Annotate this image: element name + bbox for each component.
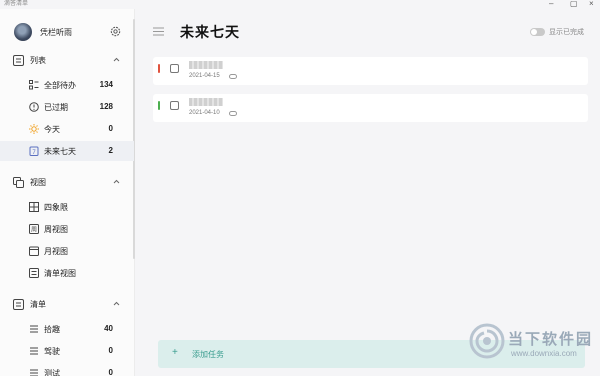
priority-indicator	[158, 64, 160, 73]
checklist-section-icon	[13, 299, 24, 310]
watermark-url: www.downxia.com	[511, 349, 577, 358]
sidebar-item-today[interactable]: 今天 0	[0, 119, 134, 139]
section-checklists-label: 清单	[30, 300, 46, 309]
sidebar-item-month[interactable]: 月视图	[0, 241, 134, 261]
sidebar-item-week[interactable]: 周 周视图	[0, 219, 134, 239]
quadrant-icon	[29, 202, 39, 212]
sidebar-item-count: 0	[108, 368, 113, 376]
task-row[interactable]: 2021-04-10	[153, 94, 588, 122]
username: 凭栏听雨	[40, 28, 72, 37]
window-title: 滴答清单	[4, 1, 29, 7]
minimize-icon[interactable]: –	[549, 0, 553, 9]
overdue-icon	[29, 102, 39, 112]
menu-icon[interactable]	[153, 27, 164, 36]
show-completed-label: 显示已完成	[549, 29, 584, 36]
sidebar-item-label: 未来七天	[44, 147, 76, 156]
sidebar-item-count: 2	[108, 146, 113, 155]
chevron-up-icon[interactable]	[112, 299, 121, 308]
calendar-7-icon: 7	[29, 146, 39, 156]
task-date: 2021-04-15	[189, 73, 220, 79]
task-row[interactable]: 2021-04-15	[153, 57, 588, 85]
close-icon[interactable]: ×	[589, 0, 594, 9]
sidebar-item-count: 0	[108, 346, 113, 355]
sidebar-item-count: 40	[104, 324, 113, 333]
sidebar-item-next-7-days[interactable]: 7 未来七天 2	[0, 141, 134, 161]
sidebar-item-count: 128	[99, 102, 113, 111]
sidebar-item-label: 月视图	[44, 247, 68, 256]
sidebar-item-label: 今天	[44, 125, 60, 134]
plus-icon: +	[172, 347, 178, 358]
task-date: 2021-04-10	[189, 110, 220, 116]
sidebar-item-checklist[interactable]: 测试 0	[0, 363, 134, 376]
sidebar-item-checklist[interactable]: 驾驶 0	[0, 341, 134, 361]
sidebar-item-quadrant[interactable]: 四象限	[0, 197, 134, 217]
watermark: 当下软件园 www.downxia.com	[468, 322, 592, 366]
watermark-logo-icon	[469, 323, 505, 359]
sidebar-item-count: 134	[99, 80, 113, 89]
sidebar-item-label: 四象限	[44, 203, 68, 212]
all-tasks-icon	[29, 80, 39, 90]
sidebar-item-label: 测试	[44, 369, 60, 376]
sidebar-item-all-tasks[interactable]: 全部待办 134	[0, 75, 134, 95]
tag-icon	[229, 74, 237, 79]
sidebar: 凭栏听雨 列表 全部待办 134 已过期 128 今天 0 7 未来七天 2 视…	[0, 9, 135, 376]
list-lines-icon	[30, 347, 38, 355]
window-titlebar: 滴答清单 – ▢ ×	[0, 0, 600, 9]
sidebar-item-count: 0	[108, 124, 113, 133]
priority-indicator	[158, 101, 160, 110]
svg-text:周: 周	[31, 227, 37, 234]
task-title-blurred[interactable]	[189, 61, 223, 69]
section-views[interactable]: 视图	[0, 173, 134, 191]
chevron-up-icon[interactable]	[112, 177, 121, 186]
sidebar-item-label: 全部待办	[44, 81, 76, 90]
list-lines-icon	[30, 325, 38, 333]
add-task-label: 添加任务	[192, 350, 224, 359]
toggle-switch[interactable]	[530, 28, 545, 36]
list-section-icon	[13, 55, 24, 66]
tag-icon	[229, 111, 237, 116]
sidebar-item-label: 驾驶	[44, 347, 60, 356]
sidebar-item-list-view[interactable]: 清单视图	[0, 263, 134, 283]
maximize-icon[interactable]: ▢	[570, 0, 578, 9]
section-views-label: 视图	[30, 178, 46, 187]
sidebar-item-label: 周视图	[44, 225, 68, 234]
task-checkbox[interactable]	[170, 101, 179, 110]
task-checkbox[interactable]	[170, 64, 179, 73]
main-panel: 未来七天 显示已完成 2021-04-15 2021-04-10 + 添加任务	[135, 9, 600, 376]
page-title: 未来七天	[180, 24, 240, 40]
gear-icon[interactable]	[109, 25, 122, 38]
section-lists[interactable]: 列表	[0, 51, 134, 69]
section-checklists[interactable]: 清单	[0, 295, 134, 313]
list-view-icon	[29, 268, 39, 278]
user-profile[interactable]: 凭栏听雨	[14, 23, 126, 41]
month-icon	[29, 246, 39, 256]
avatar[interactable]	[14, 23, 32, 41]
sidebar-item-label: 拾趣	[44, 325, 60, 334]
task-title-blurred[interactable]	[189, 98, 223, 106]
list-lines-icon	[30, 369, 38, 376]
week-icon: 周	[29, 224, 39, 234]
view-section-icon	[13, 177, 24, 188]
sidebar-item-label: 已过期	[44, 103, 68, 112]
sidebar-item-checklist[interactable]: 拾趣 40	[0, 319, 134, 339]
sidebar-item-overdue[interactable]: 已过期 128	[0, 97, 134, 117]
sun-icon	[29, 124, 39, 134]
watermark-title: 当下软件园	[508, 331, 594, 348]
section-lists-label: 列表	[30, 56, 46, 65]
chevron-up-icon[interactable]	[112, 55, 121, 64]
sidebar-item-label: 清单视图	[44, 269, 76, 278]
